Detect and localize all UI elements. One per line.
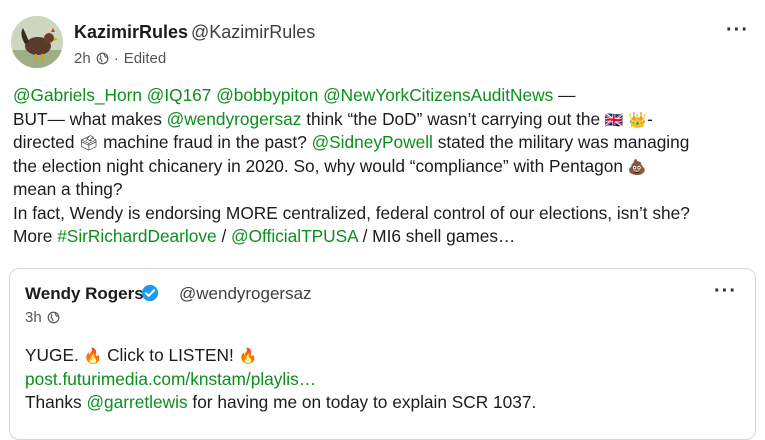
body-text: /	[216, 226, 232, 246]
body-line-2: BUT— what makes @wendyrogersaz think “th…	[13, 108, 758, 132]
quoted-post-body: YUGE. 🔥 Click to LISTEN! 🔥 post.futurime…	[25, 344, 740, 415]
rooster-avatar-icon	[11, 16, 63, 68]
post-meta: 2h · Edited	[74, 50, 166, 67]
mention-link[interactable]: @Gabriels_Horn	[13, 85, 142, 105]
verified-badge-icon	[141, 284, 159, 302]
poop-emoji-icon: 💩	[627, 158, 647, 176]
body-text: stated the military was managing	[432, 132, 690, 152]
body-text: machine fraud in the past?	[98, 132, 312, 152]
body-text: Click to LISTEN!	[102, 345, 239, 365]
quoted-more-options-button[interactable]: ···	[714, 281, 737, 301]
quoted-line-2: post.futurimedia.com/knstam/playlis…	[25, 368, 740, 392]
body-line-1: @Gabriels_Horn @IQ167 @bobbypiton @NewYo…	[13, 84, 758, 108]
body-text: the election night chicanery in 2020. So…	[13, 155, 628, 176]
body-text: directed	[13, 132, 80, 152]
author-handle[interactable]: @KazimirRules	[191, 22, 315, 43]
body-text: —	[553, 85, 576, 105]
post-body: @Gabriels_Horn @IQ167 @bobbypiton @NewYo…	[13, 84, 758, 249]
mention-link[interactable]: @IQ167	[147, 85, 212, 105]
body-text: for having me on today to explain SCR 10…	[187, 392, 537, 412]
body-line-7: More #SirRichardDearlove / @OfficialTPUS…	[13, 225, 758, 249]
mention-link[interactable]: @wendyrogersaz	[167, 109, 302, 129]
quoted-line-1: YUGE. 🔥 Click to LISTEN! 🔥	[25, 344, 740, 368]
meta-separator: ·	[113, 50, 119, 67]
body-text: BUT— what makes	[13, 108, 167, 129]
edited-label[interactable]: Edited	[124, 50, 167, 67]
body-text: / MI6 shell games…	[357, 226, 516, 246]
body-text: More	[13, 226, 58, 246]
quoted-author-handle[interactable]: @wendyrogersaz	[179, 284, 312, 304]
crown-emoji-icon: 👑	[628, 111, 648, 129]
hashtag-link[interactable]: #SirRichardDearlove	[57, 226, 216, 246]
ballot-box-emoji-icon: 🗳	[79, 135, 99, 152]
fire-emoji-icon: 🔥	[83, 348, 103, 365]
mention-link[interactable]: @SidneyPowell	[312, 132, 433, 152]
mention-link[interactable]: @bobbypiton	[216, 85, 318, 105]
uk-flag-emoji-icon: 🇬🇧	[604, 111, 624, 129]
quoted-post-card[interactable]: Wendy Rogers @wendyrogersaz 3h ··· YUGE.…	[9, 268, 756, 440]
body-line-3: directed 🗳 machine fraud in the past? @S…	[13, 131, 758, 155]
globe-icon	[96, 52, 109, 65]
mention-link[interactable]: @NewYorkCitizensAuditNews	[323, 85, 553, 105]
body-text: Thanks	[25, 392, 87, 412]
quoted-author-name[interactable]: Wendy Rogers	[25, 284, 144, 304]
quoted-post-meta: 3h	[25, 309, 60, 326]
body-text: think “the DoD” wasn’t carrying out the	[301, 108, 605, 129]
quoted-line-3: Thanks @garretlewis for having me on tod…	[25, 391, 740, 415]
post: KazimirRules @KazimirRules 2h · Edited ·…	[0, 0, 765, 440]
body-text: YUGE.	[25, 345, 84, 365]
more-options-button[interactable]: ···	[726, 20, 749, 40]
author-display-name[interactable]: KazimirRules	[74, 22, 188, 43]
globe-icon	[47, 311, 60, 324]
body-line-5: mean a thing?	[13, 179, 123, 199]
post-time[interactable]: 2h	[74, 50, 91, 67]
body-text: -	[647, 108, 653, 129]
body-line-6: In fact, Wendy is endorsing MORE central…	[13, 202, 690, 223]
author-avatar[interactable]	[11, 16, 63, 68]
quoted-post-time[interactable]: 3h	[25, 309, 42, 326]
fire-emoji-icon: 🔥	[238, 348, 258, 365]
external-link[interactable]: post.futurimedia.com/knstam/playlis…	[25, 369, 316, 389]
mention-link[interactable]: @garretlewis	[86, 392, 187, 412]
body-line-4: the election night chicanery in 2020. So…	[13, 155, 758, 179]
mention-link[interactable]: @OfficialTPUSA	[231, 226, 358, 246]
